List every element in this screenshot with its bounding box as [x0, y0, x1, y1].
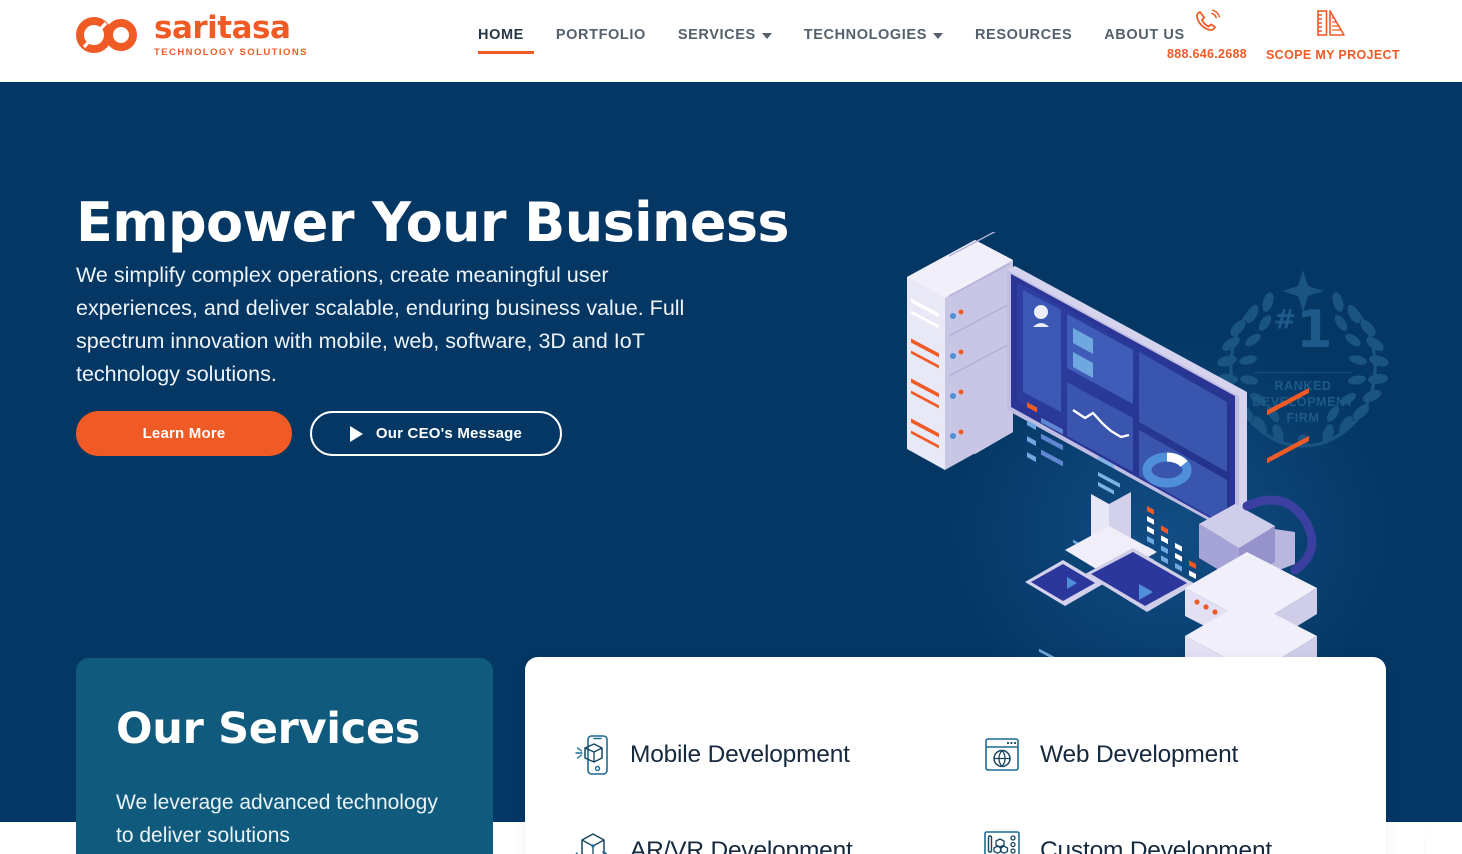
- logo[interactable]: saritasa TECHNOLOGY SOLUTIONS: [76, 13, 308, 58]
- service-label: AR/VR Development: [630, 837, 853, 854]
- learn-more-button[interactable]: Learn More: [76, 411, 292, 456]
- rotating-cube-icon: [571, 829, 613, 854]
- scope-my-project-link[interactable]: SCOPE MY PROJECT: [1266, 8, 1400, 62]
- nav-item-services[interactable]: SERVICES: [662, 27, 788, 43]
- service-item-ar-vr-development[interactable]: AR/VR Development: [571, 803, 981, 854]
- logo-tagline: TECHNOLOGY SOLUTIONS: [154, 47, 308, 58]
- isometric-devices-illustration: [907, 232, 1317, 692]
- hero-title: Empower Your Business: [76, 191, 790, 254]
- nav-item-home[interactable]: HOME: [478, 27, 540, 54]
- our-services-card: Our Services We leverage advanced techno…: [76, 658, 493, 854]
- mobile-phone-cube-icon: [571, 733, 613, 777]
- logo-wordmark: saritasa: [154, 10, 291, 46]
- chevron-down-icon: [932, 33, 943, 39]
- service-item-custom-development[interactable]: Custom Development: [981, 803, 1361, 854]
- monitor-blocks-icon: [981, 829, 1023, 854]
- homepage: saritasa TECHNOLOGY SOLUTIONS HOME PORTF…: [0, 0, 1462, 854]
- services-grid: Mobile Development Web Development AR/VR…: [571, 707, 1361, 854]
- service-label: Mobile Development: [630, 741, 850, 768]
- nav-label: SERVICES: [677, 27, 756, 43]
- service-label: Custom Development: [1040, 837, 1272, 854]
- nav-label: TECHNOLOGIES: [803, 27, 927, 43]
- service-label: Web Development: [1040, 741, 1239, 768]
- active-nav-underline: [478, 51, 534, 54]
- hero-button-row: Learn More Our CEO's Message: [76, 411, 562, 456]
- services-list-panel: Mobile Development Web Development AR/VR…: [525, 657, 1386, 854]
- chevron-down-icon: [761, 33, 772, 39]
- phone-number: 888.646.2688: [1166, 47, 1248, 61]
- nav-item-technologies[interactable]: TECHNOLOGIES: [788, 27, 959, 43]
- nav-label: PORTFOLIO: [555, 27, 646, 43]
- main-navigation: HOME PORTFOLIO SERVICES TECHNOLOGIES RES…: [478, 27, 1201, 54]
- phone-icon: [1196, 9, 1221, 31]
- nav-label: RESOURCES: [974, 27, 1073, 43]
- service-item-mobile-development[interactable]: Mobile Development: [571, 707, 981, 803]
- play-icon: [349, 425, 363, 442]
- saritasa-infinity-icon: [76, 17, 137, 54]
- service-item-web-development[interactable]: Web Development: [981, 707, 1361, 803]
- nav-item-resources[interactable]: RESOURCES: [959, 27, 1088, 43]
- nav-item-portfolio[interactable]: PORTFOLIO: [540, 27, 662, 43]
- our-services-title: Our Services: [116, 704, 421, 754]
- scope-my-project-label: SCOPE MY PROJECT: [1266, 48, 1400, 62]
- ceo-message-button[interactable]: Our CEO's Message: [310, 411, 562, 456]
- our-services-description: We leverage advanced technology to deliv…: [116, 791, 438, 847]
- hero-subtitle: We simplify complex operations, create m…: [76, 263, 685, 386]
- nav-label: HOME: [478, 27, 524, 43]
- ceo-message-label: Our CEO's Message: [375, 425, 523, 442]
- phone-link[interactable]: 888.646.2688: [1166, 8, 1248, 61]
- ruler-triangle-icon: [1317, 10, 1345, 36]
- site-header: saritasa TECHNOLOGY SOLUTIONS HOME PORTF…: [0, 0, 1462, 82]
- browser-globe-icon: [981, 733, 1023, 777]
